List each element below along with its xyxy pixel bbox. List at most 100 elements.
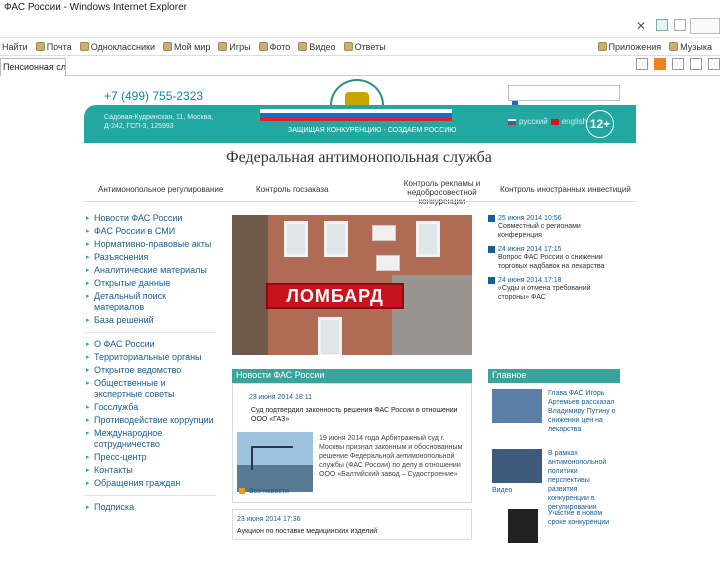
main-thumbnail[interactable] xyxy=(492,389,542,423)
link-apps[interactable]: Приложения xyxy=(597,41,662,52)
menu-item[interactable]: Аналитические материалы xyxy=(84,265,216,276)
link-label: Мой мир xyxy=(173,41,211,52)
site-search-input[interactable] xyxy=(508,85,620,101)
view-icon[interactable] xyxy=(656,19,668,31)
menu-item[interactable]: Нормативно-правовые акты xyxy=(84,239,216,250)
right-news-item[interactable]: 25 июня 2014 10:56 Совместный с регионам… xyxy=(488,215,620,240)
music-icon xyxy=(669,42,679,51)
news-title[interactable]: Аукцион по поставке медицинских изделий xyxy=(237,528,377,535)
news-text[interactable]: Совместный с регионами конференция xyxy=(488,222,620,240)
featured-photo[interactable]: ЛОМБАРД xyxy=(232,215,472,355)
right-news-item[interactable]: 24 июня 2014 17:15 Вопрос ФАС России о с… xyxy=(488,246,620,271)
nav-investments[interactable]: Контроль иностранных инвестиций xyxy=(500,185,631,194)
browser-tab[interactable]: Пенсионная служ... xyxy=(0,58,66,76)
left-menu-bottom: Подписка xyxy=(84,502,216,513)
close-icon[interactable]: ✕ xyxy=(636,19,646,33)
compat-icon[interactable] xyxy=(674,19,686,31)
all-news-link[interactable]: Все новости xyxy=(249,488,289,495)
menu-item[interactable]: Разъяснения xyxy=(84,252,216,263)
news-date: 23 июня 2014 18:11 xyxy=(249,394,313,401)
language-switch[interactable]: русский english xyxy=(508,117,587,126)
main-thumbnail[interactable] xyxy=(508,509,538,543)
main-item-text[interactable]: В рамках антимонопольной политики перспе… xyxy=(548,449,618,512)
menu-item[interactable]: Открытое ведомство xyxy=(84,365,216,376)
menu-divider xyxy=(84,495,216,496)
link-label: Игры xyxy=(229,41,251,52)
menu-item[interactable]: Открытые данные xyxy=(84,278,216,289)
page-icon[interactable] xyxy=(708,58,720,70)
nav-divider xyxy=(84,201,636,202)
nav-antimonopoly[interactable]: Антимонопольное регулирование xyxy=(98,185,223,194)
photo-ac-unit xyxy=(372,225,396,241)
news-title[interactable]: Суд подтвердил законность решения ФАС Ро… xyxy=(251,406,461,424)
print-icon[interactable] xyxy=(690,58,702,70)
menu-item[interactable]: Общественные и экспертные советы xyxy=(84,378,216,400)
en-flag-icon xyxy=(550,118,559,125)
main-item[interactable]: Глава ФАС Игорь Артемьев рассказал Влади… xyxy=(488,387,620,445)
menu-item[interactable]: Противодействие коррупции xyxy=(84,415,216,426)
main-item[interactable]: В рамках антимонопольной политики перспе… xyxy=(488,447,620,511)
menu-item[interactable]: Обращения граждан xyxy=(84,478,216,489)
link-mail[interactable]: Почта xyxy=(35,42,72,52)
main-header[interactable]: Главное xyxy=(488,369,620,383)
link-answers[interactable]: Ответы xyxy=(343,42,386,52)
photo-window xyxy=(324,221,348,257)
lang-en[interactable]: english xyxy=(562,117,587,126)
tabs-row: Пенсионная служ... xyxy=(0,56,720,76)
menu-item[interactable]: Территориальные органы xyxy=(84,352,216,363)
news-text[interactable]: «Суды и отмена требований стороны» ФАС xyxy=(488,284,620,302)
menu-item[interactable]: Пресс-центр xyxy=(84,452,216,463)
search-input[interactable] xyxy=(690,18,720,34)
news-header[interactable]: Новости ФАС России xyxy=(232,369,472,383)
link-music[interactable]: Музыка xyxy=(669,42,712,52)
main-item[interactable]: Участие в новом сроке конкуренции xyxy=(488,507,620,565)
rss-icon[interactable] xyxy=(654,58,666,70)
link-label: Видео xyxy=(309,41,336,52)
subscription-link[interactable]: Подписка xyxy=(84,502,216,513)
nav-procurement[interactable]: Контроль госзаказа xyxy=(256,185,328,194)
main-item-text[interactable]: Глава ФАС Игорь Артемьев рассказал Влади… xyxy=(548,389,618,434)
links-bar: Найти Почта Одноклассники Мой мир Игры Ф… xyxy=(0,38,720,56)
menu-item[interactable]: Детальный поиск материалов xyxy=(84,291,216,313)
link-label: Фото xyxy=(269,41,291,52)
answers-icon xyxy=(343,42,353,51)
menu-item[interactable]: Международное сотрудничество xyxy=(84,428,216,450)
video-icon xyxy=(298,42,308,51)
ok-icon xyxy=(79,42,89,51)
left-sidebar: Новости ФАС России ФАС России в СМИ Норм… xyxy=(84,213,216,515)
menu-item[interactable]: О ФАС России xyxy=(84,339,216,350)
calendar-icon xyxy=(488,277,495,284)
link-ok[interactable]: Одноклассники xyxy=(79,41,155,52)
news-body: 19 июня 2014 года Арбитражный суд г. Мос… xyxy=(319,435,463,478)
link-myworld[interactable]: Мой мир xyxy=(162,41,211,52)
left-menu-secondary: О ФАС России Территориальные органы Откр… xyxy=(84,339,216,489)
header-band: Садовая-Кудринская, 11, Москва, Д-242, Г… xyxy=(84,105,636,143)
lang-ru[interactable]: русский xyxy=(519,117,548,126)
menu-item[interactable]: База решений xyxy=(84,315,216,326)
phone-number: +7 (499) 755-2323 xyxy=(104,89,204,103)
command-bar xyxy=(636,58,720,70)
news-image[interactable] xyxy=(237,432,313,492)
home-icon[interactable] xyxy=(636,58,648,70)
office-address: Садовая-Кудринская, 11, Москва, Д-242, Г… xyxy=(104,114,214,130)
link-label: Одноклассники xyxy=(90,41,155,52)
mail-icon[interactable] xyxy=(672,58,684,70)
photo-icon xyxy=(258,42,268,51)
video-link[interactable]: Видео xyxy=(492,487,512,494)
link-photo[interactable]: Фото xyxy=(258,41,291,52)
menu-divider xyxy=(84,332,216,333)
menu-item[interactable]: Госслужба xyxy=(84,402,216,413)
news-text[interactable]: Вопрос ФАС России о снижении торговых на… xyxy=(488,253,620,271)
photo-window xyxy=(284,221,308,257)
find-button[interactable]: Найти xyxy=(2,42,28,52)
link-games[interactable]: Игры xyxy=(218,41,251,52)
menu-item[interactable]: Новости ФАС России xyxy=(84,213,216,224)
world-icon xyxy=(162,42,172,51)
right-news-item[interactable]: 24 июня 2014 17:18 «Суды и отмена требов… xyxy=(488,277,620,302)
link-video[interactable]: Видео xyxy=(298,41,336,52)
main-item-text[interactable]: Участие в новом сроке конкуренции xyxy=(548,509,618,527)
main-thumbnail[interactable] xyxy=(492,449,542,483)
menu-item[interactable]: ФАС России в СМИ xyxy=(84,226,216,237)
link-label: Приложения xyxy=(608,41,662,52)
menu-item[interactable]: Контакты xyxy=(84,465,216,476)
